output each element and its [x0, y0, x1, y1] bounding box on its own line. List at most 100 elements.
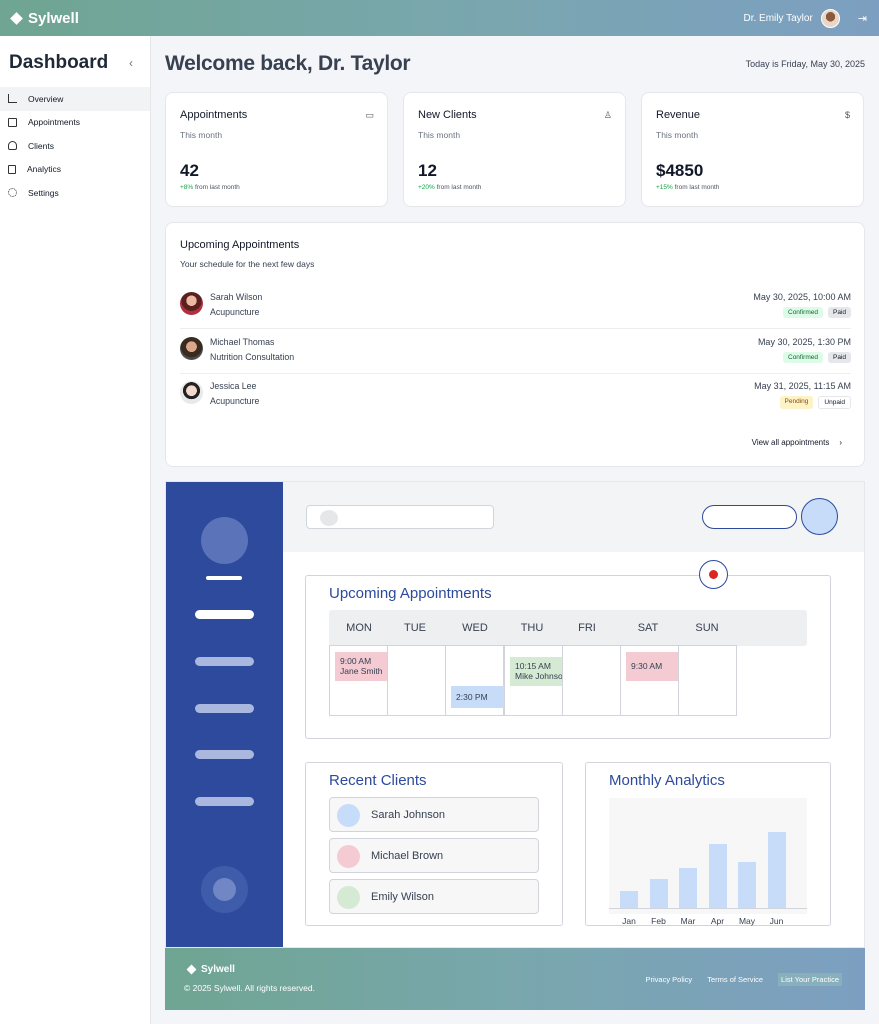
payment-badge: Paid — [827, 307, 851, 318]
stat-change-pct: +20% — [418, 184, 435, 191]
badges: Pending Unpaid — [779, 396, 851, 409]
preview-search-bar — [306, 505, 494, 529]
stat-change-text: from last month — [193, 184, 240, 191]
client-avatar — [180, 381, 203, 404]
logout-icon[interactable]: ⇥ — [858, 12, 867, 25]
chart-x-tick-label: Apr — [710, 916, 725, 926]
sidebar-item-clients[interactable]: Clients — [0, 134, 150, 158]
footer-links: Privacy Policy Terms of Service List You… — [646, 973, 842, 986]
analytics-bar-chart: Jan Feb Mar Apr May Jun — [609, 798, 807, 926]
gear-icon — [8, 188, 17, 198]
status-badge: Confirmed — [783, 307, 823, 318]
chart-x-tick-label: Mar — [680, 916, 696, 926]
stat-card-appointments: Appointments This month ▭ 42 +8% from la… — [165, 92, 388, 207]
calendar-icon: ▭ — [365, 110, 374, 120]
stat-change: +8% from last month — [180, 184, 240, 191]
chart-x-tick-label: Feb — [651, 916, 666, 926]
stat-value: 12 — [418, 161, 437, 180]
calendar-day: MON — [346, 622, 372, 634]
client-list-item: Michael Brown — [329, 838, 539, 873]
sidebar-item-label: Overview — [28, 93, 64, 104]
event-name: Mike Johnson — [515, 671, 563, 681]
calendar-day: THU — [520, 622, 544, 634]
chart-bar-jun — [767, 832, 786, 908]
stat-change-text: from last month — [672, 184, 720, 191]
analytics-title: Monthly Analytics — [609, 772, 725, 789]
sidebar-header: Dashboard ‹ — [0, 36, 150, 80]
stat-change-pct: +15% — [656, 184, 673, 191]
preview-button — [702, 505, 797, 529]
calendar-day: TUE — [404, 622, 426, 634]
chart-x-tick-label: Jan — [622, 916, 636, 926]
preview-search-icon — [320, 510, 338, 526]
calendar-event: 2:30 PM — [451, 686, 504, 708]
sidebar-item-overview[interactable]: Overview — [0, 87, 150, 111]
client-avatar — [180, 292, 203, 315]
preview-logo-placeholder — [201, 517, 248, 564]
card-title: Upcoming Appointments — [180, 239, 300, 251]
appointment-row[interactable]: Michael Thomas Nutrition Consultation Ma… — [180, 330, 851, 374]
calendar-header: MON TUE WED THU FRI SAT SUN — [329, 610, 807, 646]
sidebar-item-appointments[interactable]: Appointments — [0, 111, 150, 135]
preview-recent-clients: Recent Clients Sarah Johnson Michael Bro… — [305, 762, 563, 926]
service-name: Acupuncture — [210, 396, 260, 406]
event-time: 10:15 AM — [515, 661, 551, 671]
calendar-day: FRI — [578, 622, 596, 634]
stat-change: +15% from last month — [656, 184, 719, 191]
preview-nav-pill — [195, 704, 254, 713]
service-name: Nutrition Consultation — [210, 352, 295, 362]
calendar-cell: 2:30 PM — [445, 645, 504, 716]
terms-of-service-link[interactable]: Terms of Service — [707, 975, 763, 984]
list-your-practice-button[interactable]: List Your Practice — [778, 973, 842, 986]
user-avatar[interactable] — [820, 8, 840, 28]
stat-card-new-clients: New Clients This month ♙ 12 +20% from la… — [403, 92, 626, 207]
footer-brand[interactable]: Sylwell — [186, 964, 235, 975]
calendar-title: Upcoming Appointments — [329, 585, 492, 602]
calendar-cell: 9:30 AM — [620, 645, 679, 716]
view-all-label: View all appointments — [751, 438, 830, 447]
sidebar-item-analytics[interactable]: Analytics — [0, 158, 150, 182]
status-badge: Pending — [779, 396, 814, 409]
appointment-row[interactable]: Sarah Wilson Acupuncture May 30, 2025, 1… — [180, 285, 851, 329]
chart-bar-may — [738, 862, 756, 908]
calendar-cell — [387, 645, 446, 716]
user-name[interactable]: Dr. Emily Taylor — [744, 13, 813, 24]
stat-subtitle: This month — [656, 130, 699, 140]
today-date: Today is Friday, May 30, 2025 — [745, 59, 865, 69]
privacy-policy-link[interactable]: Privacy Policy — [646, 975, 693, 984]
preview-avatar — [801, 498, 838, 535]
users-icon — [8, 141, 17, 151]
stat-change-text: from last month — [434, 184, 482, 191]
status-badge: Confirmed — [783, 352, 823, 363]
stat-subtitle: This month — [418, 130, 461, 140]
diamond-logo-icon — [10, 11, 23, 25]
appointment-datetime: May 30, 2025, 1:30 PM — [757, 337, 851, 347]
stat-title: New Clients — [418, 109, 477, 121]
main-content: Welcome back, Dr. Taylor Today is Friday… — [151, 36, 879, 1024]
appointment-row[interactable]: Jessica Lee Acupuncture May 31, 2025, 11… — [180, 374, 851, 418]
payment-badge: Paid — [827, 352, 851, 363]
event-name: Jane Smith — [340, 666, 383, 676]
calendar-cell: 9:00 AM Jane Smith — [329, 645, 388, 716]
view-all-appointments-link[interactable]: View all appointments › — [752, 438, 842, 447]
footer: Sylwell © 2025 Sylwell. All rights reser… — [165, 948, 865, 1010]
stat-change-pct: +8% — [180, 184, 194, 191]
stat-subtitle: This month — [180, 130, 223, 140]
footer-copyright: © 2025 Sylwell. All rights reserved. — [184, 983, 315, 993]
document-icon — [8, 164, 16, 174]
sidebar-item-settings[interactable]: Settings — [0, 181, 150, 205]
client-list-item: Emily Wilson — [329, 879, 539, 914]
calendar-icon — [8, 117, 17, 127]
recent-clients-title: Recent Clients — [329, 772, 427, 789]
preview-calendar: Upcoming Appointments MON TUE WED THU FR… — [305, 575, 831, 739]
client-avatar — [180, 337, 203, 360]
badges: Confirmed Paid — [783, 352, 851, 363]
brand-logo[interactable]: Sylwell — [10, 10, 79, 27]
user-icon: ♙ — [603, 110, 612, 120]
preview-user-dot — [213, 878, 236, 901]
chevron-left-icon[interactable]: ‹ — [129, 56, 133, 70]
client-name: Sarah Wilson — [210, 292, 263, 302]
dashboard-preview-illustration: Upcoming Appointments MON TUE WED THU FR… — [165, 481, 865, 948]
stat-change: +20% from last month — [418, 184, 481, 191]
client-avatar — [337, 845, 360, 868]
